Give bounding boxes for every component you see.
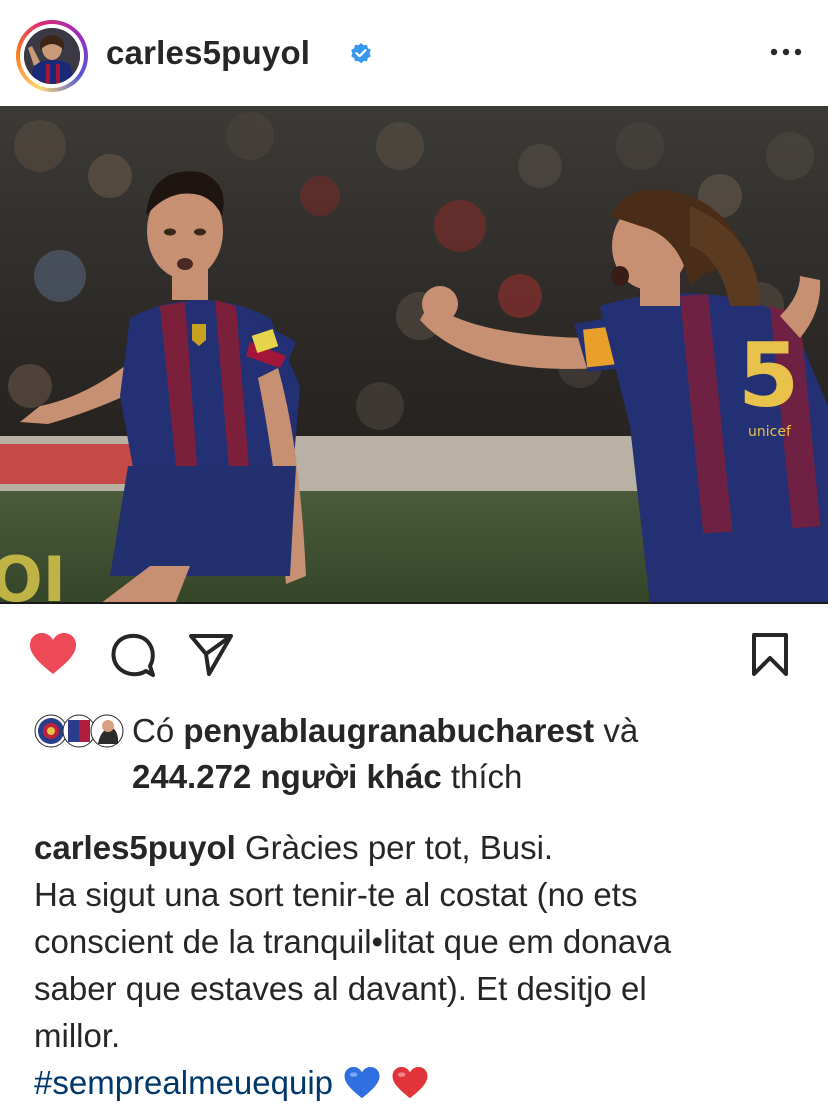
liker-avatars[interactable] [34,714,126,748]
likes-prefix: Có [132,712,175,749]
others-likes-link[interactable]: 244.272 người khác [132,758,442,795]
caption-line: conscient de la tranquil•litat que em do… [34,923,672,960]
red-heart-emoji-icon [392,1067,428,1099]
likes-line-1: Có penyablaugranabucharest và [132,712,638,750]
avatar[interactable] [24,28,80,84]
more-horizontal-icon[interactable] [766,42,806,62]
caption-first-line: carles5puyol Gràcies per tot, Busi. [34,824,804,871]
svg-text:5: 5 [738,324,799,427]
caption-line: Ha sigut una sort tenir-te al costat (no… [34,876,638,913]
caption-line: saber que estaves al davant). Et desitjo… [34,970,647,1007]
heart-filled-icon[interactable] [28,632,78,676]
hashtag-link[interactable]: #semprealmeuequip [34,1064,333,1101]
svg-text:unicef: unicef [748,424,792,440]
post-photo[interactable]: OI 5 unicef [0,106,828,604]
bookmark-icon[interactable] [750,632,790,678]
post-image: OI 5 unicef [0,106,828,604]
avatar-image [24,28,80,84]
likes-suffix: thích [450,758,523,795]
caption-line: millor. [34,1017,121,1054]
first-liker-link[interactable]: penyablaugranabucharest [183,712,594,749]
post-header: carles5puyol [0,0,828,106]
verified-badge-icon [351,43,371,64]
caption-username[interactable]: carles5puyol [34,829,236,866]
story-ring[interactable] [16,20,88,92]
likes-summary[interactable]: Có penyablaugranabucharest và 244.272 ng… [0,700,828,816]
comment-icon[interactable] [110,632,156,678]
blue-heart-emoji-icon [344,1067,380,1099]
send-icon[interactable] [188,632,234,678]
caption-hashtag-line: #semprealmeuequip [34,1059,804,1106]
action-bar [0,604,828,700]
svg-text:OI: OI [0,543,66,604]
caption-first-text: Gràcies per tot, Busi. [244,829,554,866]
post-caption: carles5puyol Gràcies per tot, Busi. Ha s… [34,824,804,1106]
likes-line-2: 244.272 người khác thích [132,758,522,796]
likes-conjunction: và [603,712,639,749]
post-username[interactable]: carles5puyol [106,34,310,72]
